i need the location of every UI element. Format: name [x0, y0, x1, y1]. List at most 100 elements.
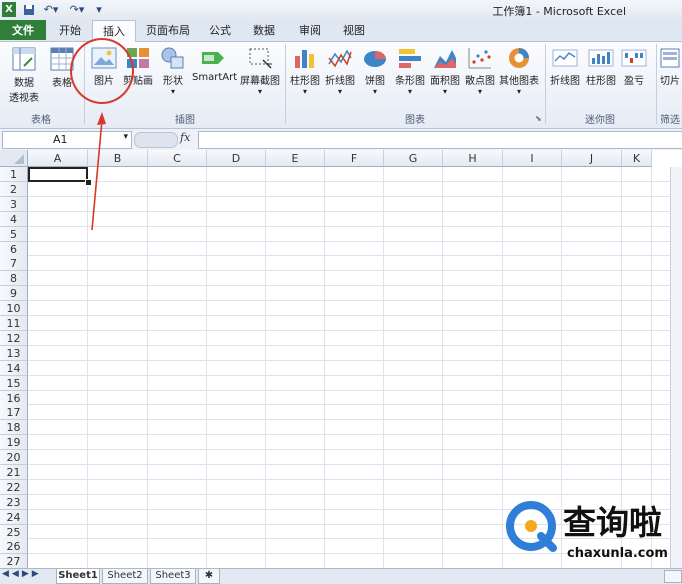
row-header[interactable]: 11 — [0, 316, 28, 331]
pie-chart-button[interactable]: 饼图 ▾ — [359, 46, 391, 96]
tab-review[interactable]: 审阅 — [290, 20, 330, 40]
gridline-horizontal — [28, 196, 682, 197]
sparkline-column-icon — [588, 49, 614, 67]
line-chart-button[interactable]: 折线图 ▾ — [323, 46, 357, 96]
tab-page-layout[interactable]: 页面布局 — [140, 20, 196, 40]
sheet-nav-arrows-icon[interactable]: ◀◀▶▶ — [2, 569, 42, 579]
column-header[interactable]: K — [622, 150, 652, 167]
line-chart-icon — [328, 49, 352, 68]
scatter-chart-icon — [468, 48, 491, 69]
gridline-horizontal — [28, 255, 682, 256]
row-header[interactable]: 23 — [0, 495, 28, 510]
row-header[interactable]: 17 — [0, 405, 28, 420]
formula-bar-expand-handle[interactable] — [134, 132, 178, 148]
tab-data[interactable]: 数据 — [244, 20, 284, 40]
dropdown-arrow-icon: ▾ — [170, 87, 175, 96]
group-label-illustrations: 插图 — [175, 115, 195, 126]
watermark-domain: chaxunla.com — [567, 546, 668, 561]
column-header[interactable]: I — [503, 150, 562, 167]
column-header[interactable]: A — [28, 150, 88, 167]
watermark-brand: 查询啦 — [563, 503, 662, 542]
gridline-horizontal — [28, 434, 682, 435]
redo-icon[interactable]: ↷▾ — [66, 2, 88, 17]
tab-view[interactable]: 视图 — [334, 20, 374, 40]
name-box-dropdown-icon[interactable]: ▾ — [123, 132, 128, 142]
sheet-tab-3[interactable]: Sheet3 — [150, 569, 196, 584]
row-header[interactable]: 27 — [0, 554, 28, 568]
row-header[interactable]: 19 — [0, 435, 28, 450]
row-header[interactable]: 12 — [0, 331, 28, 346]
slicer-button[interactable]: 切片 — [658, 46, 682, 87]
dropdown-arrow-icon: ▾ — [257, 87, 262, 96]
row-header[interactable]: 6 — [0, 242, 28, 257]
row-header[interactable]: 4 — [0, 212, 28, 227]
chart-dialog-launcher-icon[interactable]: ⬊ — [535, 114, 542, 123]
row-header[interactable]: 20 — [0, 450, 28, 465]
scatter-chart-button[interactable]: 散点图 ▾ — [463, 46, 497, 96]
column-header[interactable]: F — [325, 150, 384, 167]
gridline-vertical — [265, 167, 266, 568]
row-header[interactable]: 21 — [0, 465, 28, 480]
row-header[interactable]: 3 — [0, 197, 28, 212]
screenshot-button[interactable]: 屏幕截图 ▾ — [238, 46, 282, 96]
area-chart-icon — [434, 50, 456, 68]
dropdown-arrow-icon: ▾ — [516, 87, 521, 96]
donut-chart-icon — [509, 48, 529, 68]
shapes-button[interactable]: 形状 ▾ — [158, 46, 188, 96]
gridline-horizontal — [28, 464, 682, 465]
row-header[interactable]: 13 — [0, 346, 28, 361]
row-header[interactable]: 24 — [0, 510, 28, 525]
column-header[interactable]: J — [562, 150, 622, 167]
tab-home[interactable]: 开始 — [50, 20, 90, 40]
ribbon-separator — [656, 44, 657, 124]
column-header[interactable]: G — [384, 150, 443, 167]
row-header[interactable]: 22 — [0, 480, 28, 495]
row-header[interactable]: 14 — [0, 361, 28, 376]
column-header[interactable]: D — [207, 150, 266, 167]
select-all-corner[interactable] — [0, 150, 28, 167]
column-header[interactable]: E — [266, 150, 325, 167]
sparkline-line-button[interactable]: 折线图 — [548, 46, 582, 87]
customize-quick-access-icon[interactable]: ▾ — [94, 2, 104, 17]
horizontal-scroll-right-icon[interactable] — [664, 570, 682, 583]
sparkline-winloss-button[interactable]: 盈亏 — [620, 46, 648, 87]
bar-chart-button[interactable]: 条形图 ▾ — [393, 46, 427, 96]
area-chart-button[interactable]: 面积图 ▾ — [428, 46, 462, 96]
tab-file[interactable]: 文件 — [0, 20, 46, 40]
sheet-tab-2[interactable]: Sheet2 — [102, 569, 148, 584]
row-header[interactable]: 26 — [0, 539, 28, 554]
row-header[interactable]: 5 — [0, 227, 28, 242]
column-header[interactable]: H — [443, 150, 503, 167]
save-icon[interactable] — [22, 2, 36, 17]
row-header[interactable]: 2 — [0, 182, 28, 197]
smartart-button[interactable]: SmartArt — [192, 46, 237, 83]
insert-sheet-icon[interactable]: ✱ — [198, 569, 220, 584]
sparkline-column-button[interactable]: 柱形图 — [584, 46, 618, 87]
formula-input[interactable] — [198, 131, 682, 149]
row-header[interactable]: 15 — [0, 376, 28, 391]
tab-formulas[interactable]: 公式 — [200, 20, 240, 40]
gridline-horizontal — [28, 270, 682, 271]
row-header[interactable]: 7 — [0, 256, 28, 271]
row-header[interactable]: 25 — [0, 525, 28, 540]
row-header[interactable]: 10 — [0, 301, 28, 316]
active-cell-A1[interactable] — [28, 167, 88, 182]
undo-icon[interactable]: ↶▾ — [40, 2, 62, 17]
sheet-tab-1[interactable]: Sheet1 — [56, 569, 100, 584]
row-header[interactable]: 16 — [0, 391, 28, 406]
row-header[interactable]: 18 — [0, 420, 28, 435]
gridline-horizontal — [28, 330, 682, 331]
dropdown-arrow-icon: ▾ — [407, 87, 412, 96]
gridline-vertical — [206, 167, 207, 568]
column-chart-button[interactable]: 柱形图 ▾ — [288, 46, 322, 96]
name-box[interactable]: A1 ▾ — [2, 131, 132, 149]
dropdown-arrow-icon: ▾ — [337, 87, 342, 96]
insert-function-icon[interactable]: fx — [180, 131, 190, 144]
row-header[interactable]: 1 — [0, 167, 28, 182]
other-charts-button[interactable]: 其他图表 ▾ — [498, 46, 540, 96]
pivot-table-button[interactable]: 数据 透视表 — [4, 46, 44, 104]
column-header[interactable]: C — [148, 150, 207, 167]
row-header[interactable]: 9 — [0, 286, 28, 301]
row-header[interactable]: 8 — [0, 271, 28, 286]
gridline-horizontal — [28, 494, 682, 495]
